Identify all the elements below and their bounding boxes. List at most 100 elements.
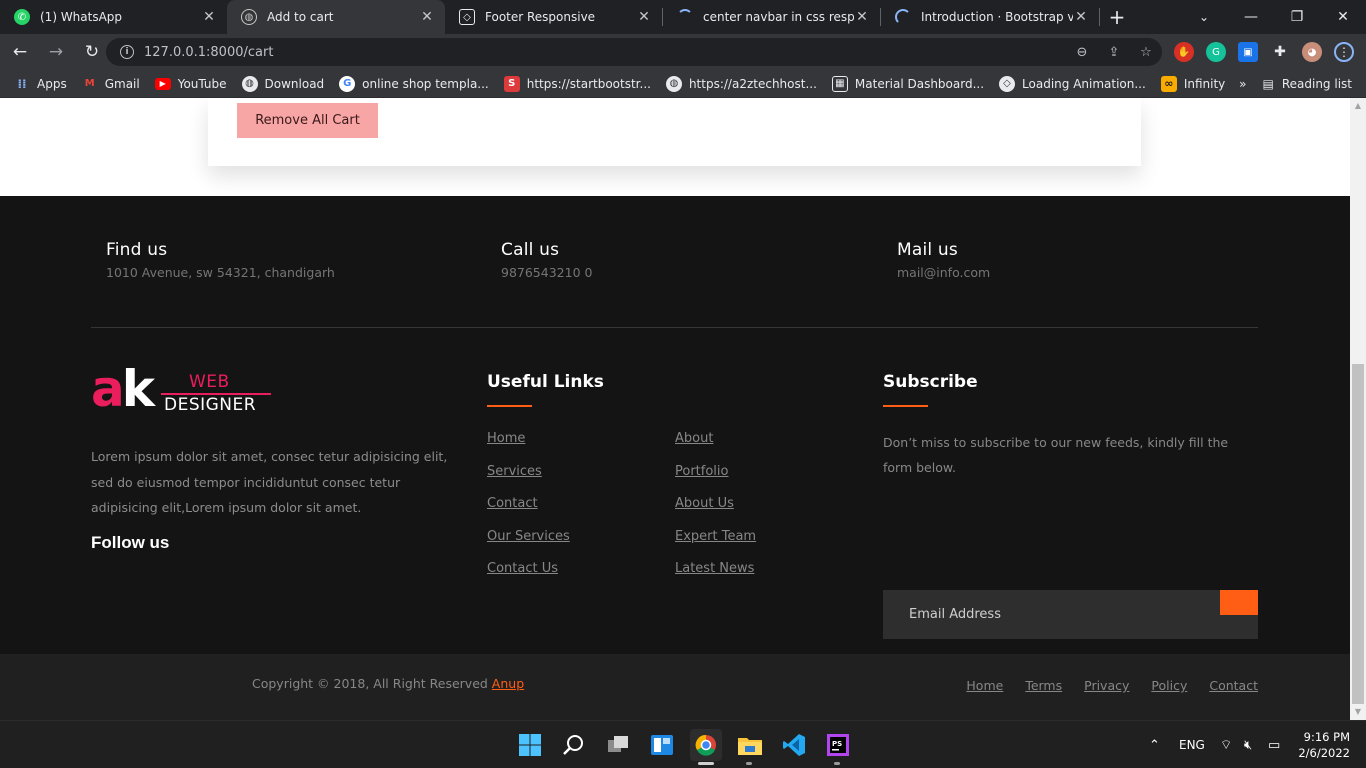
bottom-link-policy[interactable]: Policy [1151,678,1187,693]
link-contact-us[interactable]: Contact Us [487,558,675,580]
tab-center-navbar[interactable]: center navbar in css responsi ✕ [663,0,880,34]
minimize-icon[interactable]: — [1228,0,1274,34]
bookmark-infinity[interactable]: ∞ Infinity [1160,75,1225,92]
cta-find-us: Find us 1010 Avenue, sw 54321, chandigar… [106,240,335,280]
footer-logo[interactable]: ak WEB DESIGNER [91,360,281,418]
loading-icon [895,9,911,25]
bottom-link-privacy[interactable]: Privacy [1084,678,1129,693]
wifi-icon[interactable]: ⌔ [1220,721,1232,768]
tab-bootstrap-intro[interactable]: Introduction · Bootstrap v5.1 ✕ [881,0,1099,34]
link-contact[interactable]: Contact [487,493,675,515]
link-latest-news[interactable]: Latest News [675,558,863,580]
chrome-taskbar-icon[interactable] [690,729,722,765]
task-view-icon[interactable] [602,729,634,761]
chrome-menu-icon[interactable]: ⋮ [1334,42,1354,62]
zoom-icon[interactable]: ⊖ [1066,45,1098,60]
bottom-link-terms[interactable]: Terms [1025,678,1062,693]
running-indicator [698,762,714,765]
scroll-down-arrow-icon[interactable]: ▼ [1350,704,1366,720]
close-icon[interactable]: ✕ [419,9,435,25]
grammarly-extension-icon[interactable]: G [1206,42,1226,62]
search-icon[interactable] [558,729,590,761]
url-text[interactable]: 127.0.0.1:8000/cart [144,45,1066,60]
forward-arrow-icon[interactable]: → [40,36,72,68]
close-icon[interactable]: ✕ [1073,9,1089,25]
battery-icon[interactable]: ▭ [1268,721,1280,768]
adblock-extension-icon[interactable]: ✋ [1174,42,1194,62]
bookmark-apps[interactable]: ⁞⁞ Apps [14,76,66,92]
codepen-icon: ◇ [459,9,475,25]
tab-search-chevron-icon[interactable]: ⌄ [1192,0,1216,34]
bookmarks-overflow-icon[interactable]: » [1239,77,1246,91]
tab-whatsapp[interactable]: ✆ (1) WhatsApp ✕ [0,0,227,34]
system-clock[interactable]: 9:16 PM 2/6/2022 [1298,729,1350,761]
clock-time: 9:16 PM [1303,730,1350,744]
google-icon: G [339,75,356,92]
tab-footer-responsive[interactable]: ◇ Footer Responsive ✕ [445,0,662,34]
address-bar[interactable]: i 127.0.0.1:8000/cart ⊖ ⇪ ☆ [106,38,1162,66]
close-icon[interactable]: ✕ [854,9,870,25]
tab-add-to-cart[interactable]: ◍ Add to cart ✕ [227,0,445,34]
link-portfolio[interactable]: Portfolio [675,461,863,483]
new-tab-plus-icon[interactable]: + [1100,0,1134,34]
save-extension-icon[interactable]: ▣ [1238,42,1258,62]
tray-chevron-icon[interactable]: ⌃ [1149,721,1160,768]
bookmark-online-shop[interactable]: G online shop templa... [339,75,489,92]
bookmark-star-icon[interactable]: ☆ [1130,45,1162,60]
volume-muted-icon[interactable]: 🔇︎ [1244,721,1252,768]
restore-icon[interactable]: ❐ [1274,0,1320,34]
follow-us-heading: Follow us [91,533,170,552]
language-indicator[interactable]: ENG [1179,721,1205,768]
windows-start-icon[interactable] [514,729,546,761]
bookmark-label: Material Dashboard... [854,76,985,91]
useful-links-list: Home About Services Portfolio Contact Ab… [487,428,877,580]
link-home[interactable]: Home [487,428,675,450]
scrollbar-thumb[interactable] [1352,364,1364,704]
copyright-label: Copyright © 2018, All Right Reserved [252,676,492,691]
profile-avatar[interactable]: ◕ [1302,42,1322,62]
extensions-puzzle-icon[interactable]: ✚ [1270,42,1290,62]
page-scrollbar[interactable]: ▲ ▼ [1350,98,1366,720]
link-our-services[interactable]: Our Services [487,526,675,548]
site-info-icon[interactable]: i [120,45,134,59]
subscribe-submit-button[interactable] [1220,590,1258,615]
file-explorer-icon[interactable] [734,729,766,765]
footer-bottom-menu: Home Terms Privacy Policy Contact [944,678,1258,693]
bottom-link-contact[interactable]: Contact [1209,678,1258,693]
bookmarks-bar: ⁞⁞ Apps M Gmail ▶ YouTube ◍ Download G o… [0,70,1366,98]
vscode-icon[interactable] [778,729,810,761]
bookmark-label: https://startbootstr... [526,76,651,91]
link-expert-team[interactable]: Expert Team [675,526,863,548]
bookmark-label: Download [264,76,325,91]
bookmark-loading-animation[interactable]: ◇ Loading Animation... [999,75,1146,92]
bookmark-gmail[interactable]: M Gmail [82,76,140,92]
browser-toolbar: ← → ↻ i 127.0.0.1:8000/cart ⊖ ⇪ ☆ [0,34,1366,70]
youtube-icon: ▶ [154,77,171,90]
globe-icon: ◍ [241,75,258,92]
close-icon[interactable]: ✕ [636,9,652,25]
scroll-up-arrow-icon[interactable]: ▲ [1350,98,1366,114]
remove-all-cart-button[interactable]: Remove All Cart [237,103,378,138]
link-about-us[interactable]: About Us [675,493,863,515]
copyright-author-link[interactable]: Anup [492,676,524,691]
bookmark-a2ztechhost[interactable]: ◍ https://a2ztechhost... [665,75,817,92]
footer-about-text: Lorem ipsum dolor sit amet, consec tetur… [91,449,448,515]
cta-title: Call us [501,240,560,260]
bookmark-startbootstrap[interactable]: S https://startbootstr... [503,75,651,92]
bookmark-material-dashboard[interactable]: ▦ Material Dashboard... [831,75,985,92]
bookmark-download[interactable]: ◍ Download [241,75,325,92]
bookmark-youtube[interactable]: ▶ YouTube [154,77,227,91]
back-arrow-icon[interactable]: ← [4,36,36,68]
close-window-icon[interactable]: ✕ [1320,0,1366,34]
logo-ak-mark: ak [91,360,155,418]
reload-icon[interactable]: ↻ [76,36,108,68]
widgets-icon[interactable] [646,729,678,761]
reading-list-link[interactable]: Reading list [1282,77,1352,91]
share-icon[interactable]: ⇪ [1098,45,1130,60]
link-services[interactable]: Services [487,461,675,483]
bottom-link-home[interactable]: Home [966,678,1003,693]
close-icon[interactable]: ✕ [201,9,217,25]
link-about[interactable]: About [675,428,863,450]
email-address-input[interactable] [883,590,1220,639]
phpstorm-icon[interactable]: PS [822,729,854,765]
